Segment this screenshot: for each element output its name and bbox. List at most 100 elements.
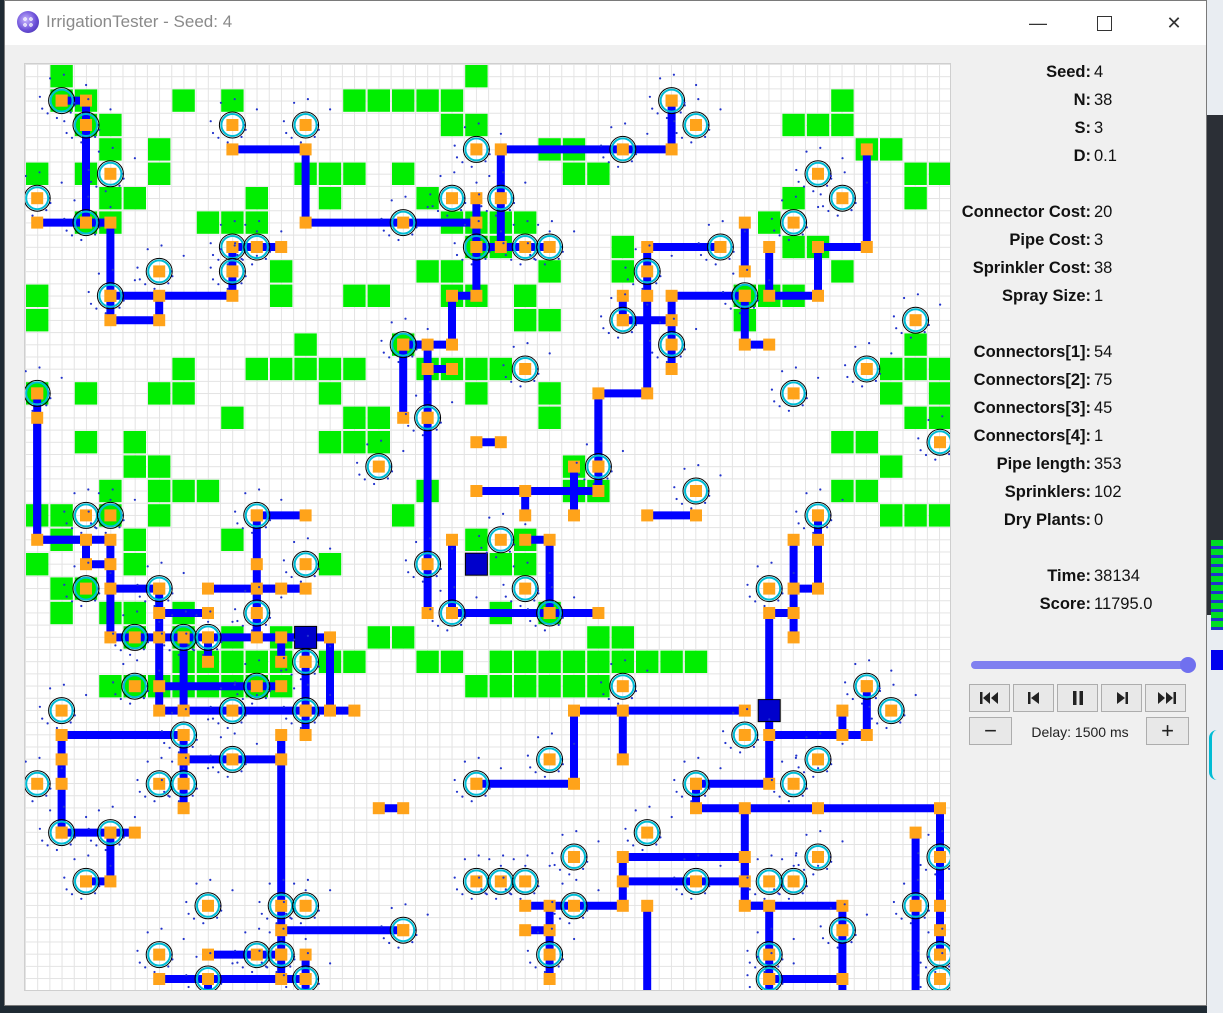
step-forward-button[interactable]: [1101, 684, 1142, 712]
spray-dot: [841, 840, 844, 843]
spray-dot: [244, 589, 247, 592]
sprinkler-base: [80, 119, 92, 131]
spray-dot: [217, 771, 220, 774]
spray-dot: [216, 648, 219, 651]
sprinkler-base: [128, 631, 141, 644]
spray-dot: [258, 586, 261, 589]
spray-dot: [280, 937, 283, 941]
sprinkler-base: [543, 753, 556, 766]
timeline-slider[interactable]: [969, 657, 1199, 673]
spray-dot: [251, 531, 254, 534]
spray-dot: [255, 742, 258, 745]
spray-dot: [104, 531, 107, 534]
spray-dot: [679, 111, 682, 114]
stat-label: Time:: [1047, 567, 1091, 585]
spray-dot: [550, 586, 554, 589]
plant-cell: [343, 357, 366, 381]
spray-dot: [219, 223, 222, 226]
decrease-delay-button[interactable]: −: [969, 717, 1012, 745]
connector: [470, 192, 483, 205]
sprinkler-base: [494, 875, 507, 888]
connector: [568, 777, 580, 790]
pause-button[interactable]: [1057, 684, 1098, 712]
stat-dry-plants: Dry Plants: 0: [951, 511, 1201, 539]
spray-dot: [526, 242, 529, 245]
spray-dot: [582, 916, 585, 919]
pipe: [86, 832, 115, 886]
slider-thumb[interactable]: [1180, 657, 1196, 673]
spray-dot: [177, 751, 180, 754]
spray-dot: [728, 257, 731, 260]
connector: [763, 241, 776, 253]
spray-dot: [226, 775, 229, 778]
spray-dot: [724, 302, 727, 305]
sprinkler-base: [934, 973, 946, 985]
irrigation-grid[interactable]: [24, 63, 951, 991]
maximize-button[interactable]: [1071, 1, 1137, 45]
spray-dot: [153, 287, 156, 290]
connector: [616, 875, 629, 888]
skip-to-start-button[interactable]: [969, 684, 1010, 712]
spray-dot: [919, 863, 922, 867]
plant-cell: [880, 504, 903, 527]
spray-dot: [802, 185, 806, 188]
title-bar[interactable]: IrrigationTester - Seed: 4 — ✕: [5, 1, 1206, 45]
spray-dot: [55, 726, 58, 730]
sprinkler-base: [202, 631, 214, 644]
sprinkler-base: [299, 704, 312, 717]
connector: [299, 509, 312, 522]
spray-dot: [941, 952, 944, 955]
spray-dot: [526, 561, 529, 564]
spray-dot: [251, 702, 254, 705]
connector: [226, 143, 239, 156]
spray-dot: [683, 760, 686, 763]
spray-dot: [705, 258, 708, 261]
spray-dot: [63, 120, 66, 123]
connector: [202, 582, 214, 595]
spray-dot: [743, 230, 747, 233]
plant-cell: [318, 162, 342, 185]
spray-dot: [299, 726, 302, 730]
spray-dot: [621, 449, 625, 453]
sprinkler-base: [494, 533, 507, 546]
plant-cell: [465, 113, 488, 137]
stat-seed: Seed: 4: [951, 63, 1201, 91]
connector: [421, 338, 434, 351]
spray-dot: [240, 721, 243, 724]
spray-dot: [209, 242, 212, 245]
spray-dot: [624, 659, 627, 662]
spray-dot: [388, 356, 391, 359]
spray-dot: [754, 893, 757, 896]
skip-to-end-button[interactable]: [1145, 684, 1186, 712]
spray-dot: [634, 809, 637, 812]
spray-dot: [184, 708, 187, 711]
connector: [80, 94, 92, 107]
plant-cell: [318, 382, 342, 405]
minimize-button[interactable]: —: [1005, 1, 1071, 45]
plant-cell: [880, 455, 903, 478]
sprinkler-base: [397, 338, 410, 351]
plant-cell: [123, 601, 146, 625]
step-back-button[interactable]: [1013, 684, 1054, 712]
spray-dot: [407, 424, 410, 427]
increase-delay-button[interactable]: +: [1146, 717, 1189, 745]
pipe: [403, 247, 481, 349]
plant-cell: [367, 284, 390, 307]
spray-dot: [329, 547, 332, 550]
close-button[interactable]: ✕: [1141, 1, 1207, 45]
spray-dot: [748, 595, 751, 598]
spray-dot: [851, 697, 854, 701]
spray-dot: [841, 498, 844, 501]
spray-dot: [787, 238, 791, 242]
spray-dot: [160, 730, 163, 733]
connector: [31, 411, 44, 424]
spray-dot: [373, 482, 376, 486]
plant-cell: [50, 504, 73, 527]
spray-dot: [802, 868, 806, 871]
slider-track[interactable]: [971, 661, 1187, 669]
spray-dot: [585, 443, 589, 446]
connector: [153, 314, 166, 327]
plant-cell: [587, 675, 610, 698]
sprinkler-base: [934, 948, 946, 961]
connector: [909, 826, 922, 839]
